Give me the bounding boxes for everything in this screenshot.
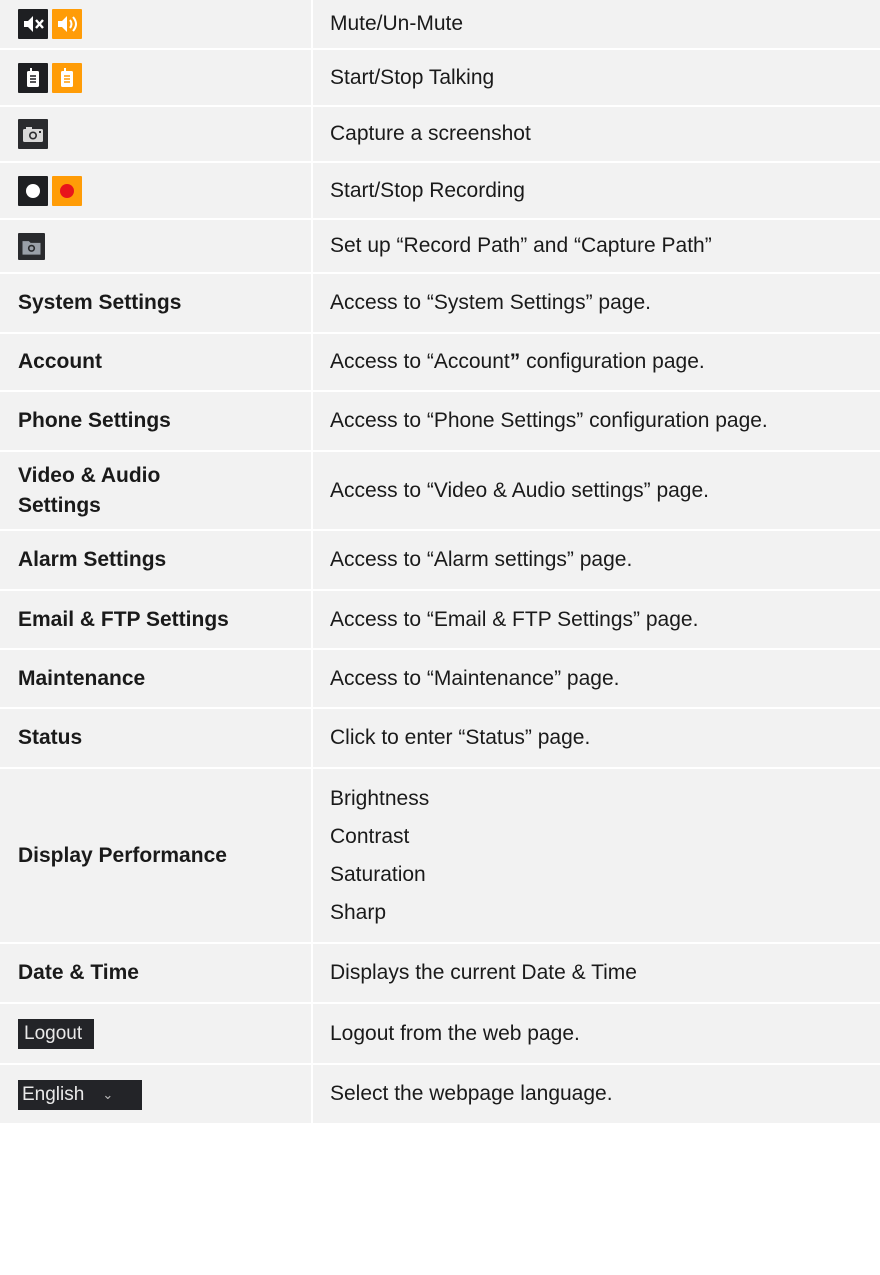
- description: Capture a screenshot: [311, 105, 880, 163]
- chevron-down-icon: ⌄: [102, 1086, 114, 1102]
- folder-camera-icon[interactable]: [18, 232, 45, 260]
- description: Start/Stop Recording: [311, 161, 880, 220]
- row-label: Display Performance: [0, 767, 313, 944]
- description: Click to enter “Status” page.: [311, 707, 880, 769]
- icon-cell: [0, 0, 313, 50]
- record-icon[interactable]: [18, 175, 48, 206]
- description-list: Brightness Contrast Saturation Sharp: [311, 767, 880, 944]
- camera-icon[interactable]: [18, 119, 48, 149]
- table-row: Logout Logout from the web page.: [0, 1002, 880, 1065]
- table-row: Account Access to “Account” configuratio…: [0, 332, 880, 392]
- table-row: Start/Stop Talking: [0, 48, 880, 107]
- table-row: Date & Time Displays the current Date & …: [0, 942, 880, 1004]
- row-label: Alarm Settings: [0, 529, 313, 591]
- closing-quote: ”: [509, 350, 521, 373]
- button-cell: Logout: [0, 1002, 313, 1065]
- record-active-icon[interactable]: [52, 175, 82, 206]
- description: Access to “Maintenance” page.: [311, 648, 880, 709]
- description: Access to “Phone Settings” configuration…: [311, 390, 880, 452]
- talk-active-icon[interactable]: [52, 62, 82, 93]
- description: Displays the current Date & Time: [311, 942, 880, 1004]
- description: Access to “Alarm settings” page.: [311, 529, 880, 591]
- table-row: Status Click to enter “Status” page.: [0, 707, 880, 769]
- description: Access to “Account” configuration page.: [311, 332, 880, 392]
- description-part: configuration page.: [520, 350, 705, 373]
- description: Access to “Email & FTP Settings” page.: [311, 589, 880, 650]
- icon-cell: [0, 218, 313, 274]
- controls-table: Mute/Un-Mute Start/Stop Talking Capture …: [0, 0, 880, 1125]
- table-row: Maintenance Access to “Maintenance” page…: [0, 648, 880, 709]
- row-label-line: Settings: [18, 493, 101, 517]
- description: Access to “Video & Audio settings” page.: [311, 450, 880, 531]
- row-label: Email & FTP Settings: [0, 589, 313, 650]
- row-label-line: Video & Audio: [18, 463, 161, 487]
- icon-cell: [0, 161, 313, 220]
- description: Access to “System Settings” page.: [311, 272, 880, 334]
- speaker-icon[interactable]: [52, 9, 82, 39]
- description: Set up “Record Path” and “Capture Path”: [311, 218, 880, 274]
- table-row: Mute/Un-Mute: [0, 0, 880, 50]
- row-label: System Settings: [0, 272, 313, 334]
- list-item: Sharp: [330, 900, 387, 924]
- button-cell: English ⌄: [0, 1063, 313, 1125]
- table-row: System Settings Access to “System Settin…: [0, 272, 880, 334]
- table-row: Set up “Record Path” and “Capture Path”: [0, 218, 880, 274]
- list-item: Brightness: [330, 786, 430, 810]
- language-value: English: [22, 1083, 85, 1105]
- table-row: Email & FTP Settings Access to “Email & …: [0, 589, 880, 650]
- language-select[interactable]: English ⌄: [18, 1079, 142, 1110]
- icon-cell: [0, 105, 313, 163]
- table-row: Phone Settings Access to “Phone Settings…: [0, 390, 880, 452]
- table-row: Alarm Settings Access to “Alarm settings…: [0, 529, 880, 591]
- list-item: Saturation: [330, 862, 426, 886]
- table-row: Video & Audio Settings Access to “Video …: [0, 450, 880, 531]
- row-label: Account: [0, 332, 313, 392]
- list-item: Contrast: [330, 824, 410, 848]
- table-row: Display Performance Brightness Contrast …: [0, 767, 880, 944]
- logout-button[interactable]: Logout: [18, 1019, 95, 1049]
- row-label: Video & Audio Settings: [0, 450, 313, 531]
- row-label: Date & Time: [0, 942, 313, 1004]
- mute-icon[interactable]: [18, 9, 48, 39]
- row-label: Status: [0, 707, 313, 769]
- description: Mute/Un-Mute: [311, 0, 880, 50]
- talk-icon[interactable]: [18, 62, 48, 93]
- description: Logout from the web page.: [311, 1002, 880, 1065]
- table-row: Capture a screenshot: [0, 105, 880, 163]
- description: Start/Stop Talking: [311, 48, 880, 107]
- icon-cell: [0, 48, 313, 107]
- description-part: Access to “Account: [330, 350, 510, 373]
- row-label: Maintenance: [0, 648, 313, 709]
- row-label: Phone Settings: [0, 390, 313, 452]
- description: Select the webpage language.: [311, 1063, 880, 1125]
- table-row: Start/Stop Recording: [0, 161, 880, 220]
- table-row: English ⌄ Select the webpage language.: [0, 1063, 880, 1125]
